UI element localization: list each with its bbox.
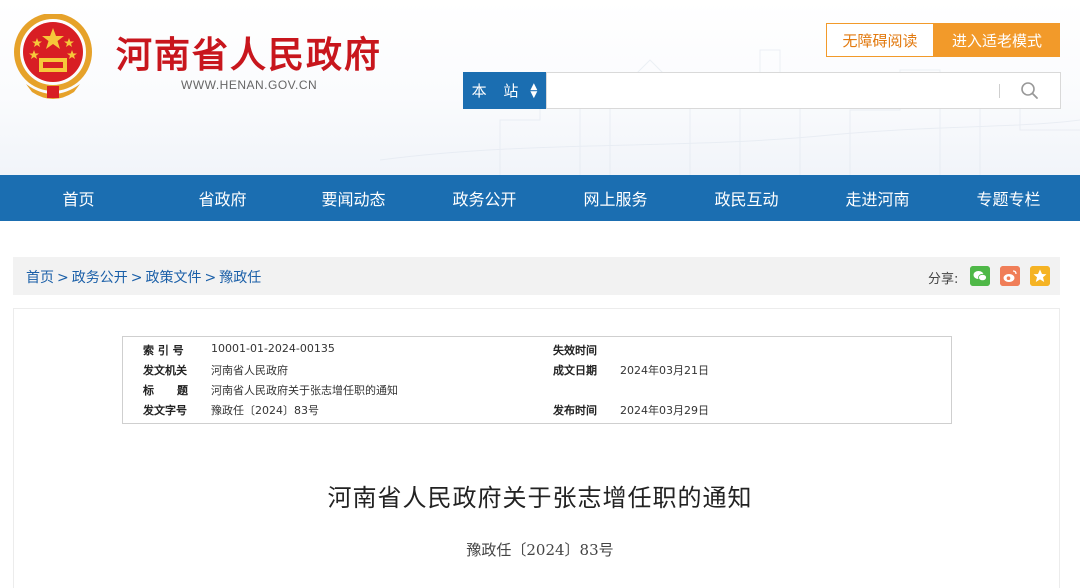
breadcrumb-policy-documents[interactable]: 政策文件 [145, 270, 201, 286]
meta-published-value: 2024年03月29日 [620, 404, 709, 417]
breadcrumb-government-affairs[interactable]: 政务公开 [72, 270, 128, 286]
document-metadata-table: 索 引 号 10001-01-2024-00135 失效时间 发文机关 河南省人… [122, 336, 952, 424]
search-box [546, 72, 1061, 109]
meta-title-value: 河南省人民政府关于张志增任职的通知 [211, 384, 398, 397]
meta-created-value: 2024年03月21日 [620, 364, 709, 377]
search-divider [999, 84, 1000, 98]
main-nav: 首页 省政府 要闻动态 政务公开 网上服务 政民互动 走进河南 专题专栏 [0, 175, 1080, 221]
meta-row: 发文机关 河南省人民政府 成文日期 2024年03月21日 [123, 362, 953, 382]
breadcrumb-home[interactable]: 首页 [26, 270, 54, 286]
site-url: WWW.HENAN.GOV.CN [181, 78, 318, 92]
document-number: 豫政任〔2024〕83号 [466, 541, 614, 559]
document-title: 河南省人民政府关于张志增任职的通知 [327, 484, 753, 512]
meta-row: 标 题 河南省人民政府关于张志增任职的通知 [123, 382, 953, 402]
search-input[interactable] [555, 79, 985, 103]
accessibility-reading-button[interactable]: 无障碍阅读 [826, 23, 934, 57]
wechat-icon[interactable] [970, 266, 990, 286]
breadcrumb-separator: > [204, 270, 217, 286]
meta-created-label: 成文日期 [553, 364, 597, 377]
site-header: 河南省人民政府 WWW.HENAN.GOV.CN 无障碍阅读 进入适老模式 本 … [0, 0, 1080, 175]
breadcrumb-current[interactable]: 豫政任 [219, 270, 261, 286]
breadcrumb-separator: > [57, 270, 69, 286]
elder-mode-button[interactable]: 进入适老模式 [934, 23, 1060, 57]
meta-docno-label: 发文字号 [143, 404, 187, 417]
meta-issuer-value: 河南省人民政府 [211, 364, 288, 377]
nav-item-news[interactable]: 要闻动态 [288, 175, 419, 221]
search-scope-select[interactable]: 本 站 ▲ ▼ [463, 72, 546, 109]
nav-item-special-topics[interactable]: 专题专栏 [943, 175, 1074, 221]
share-label: 分享: [928, 272, 959, 287]
meta-row: 索 引 号 10001-01-2024-00135 失效时间 [123, 342, 953, 362]
nav-item-home[interactable]: 首页 [0, 175, 157, 221]
meta-published-label: 发布时间 [553, 404, 597, 417]
nav-item-online-services[interactable]: 网上服务 [550, 175, 681, 221]
sort-arrows-icon: ▲ ▼ [530, 81, 538, 100]
breadcrumb: 首页 > 政务公开 > 政策文件 > 豫政任 [26, 267, 261, 287]
breadcrumb-separator: > [130, 270, 143, 286]
nav-item-about-henan[interactable]: 走进河南 [812, 175, 943, 221]
meta-title-label: 标 题 [143, 384, 188, 397]
favorite-icon[interactable] [1030, 266, 1050, 286]
site-name: 河南省人民政府 [116, 34, 383, 76]
meta-docno-value: 豫政任〔2024〕83号 [211, 404, 319, 417]
meta-row: 发文字号 豫政任〔2024〕83号 发布时间 2024年03月29日 [123, 402, 953, 422]
meta-issuer-label: 发文机关 [143, 364, 187, 377]
search-scope-label: 本 站 [471, 82, 525, 100]
nav-item-public-interaction[interactable]: 政民互动 [681, 175, 812, 221]
meta-expire-label: 失效时间 [553, 344, 597, 357]
meta-index-value: 10001-01-2024-00135 [211, 342, 335, 355]
nav-item-government-affairs[interactable]: 政务公开 [419, 175, 550, 221]
meta-index-label: 索 引 号 [143, 344, 184, 357]
nav-item-provincial-government[interactable]: 省政府 [157, 175, 288, 221]
weibo-icon[interactable] [1000, 266, 1020, 286]
search-icon[interactable] [1017, 79, 1043, 103]
breadcrumb-bar: 首页 > 政务公开 > 政策文件 > 豫政任 分享: [13, 257, 1060, 295]
national-emblem-logo [14, 14, 92, 99]
